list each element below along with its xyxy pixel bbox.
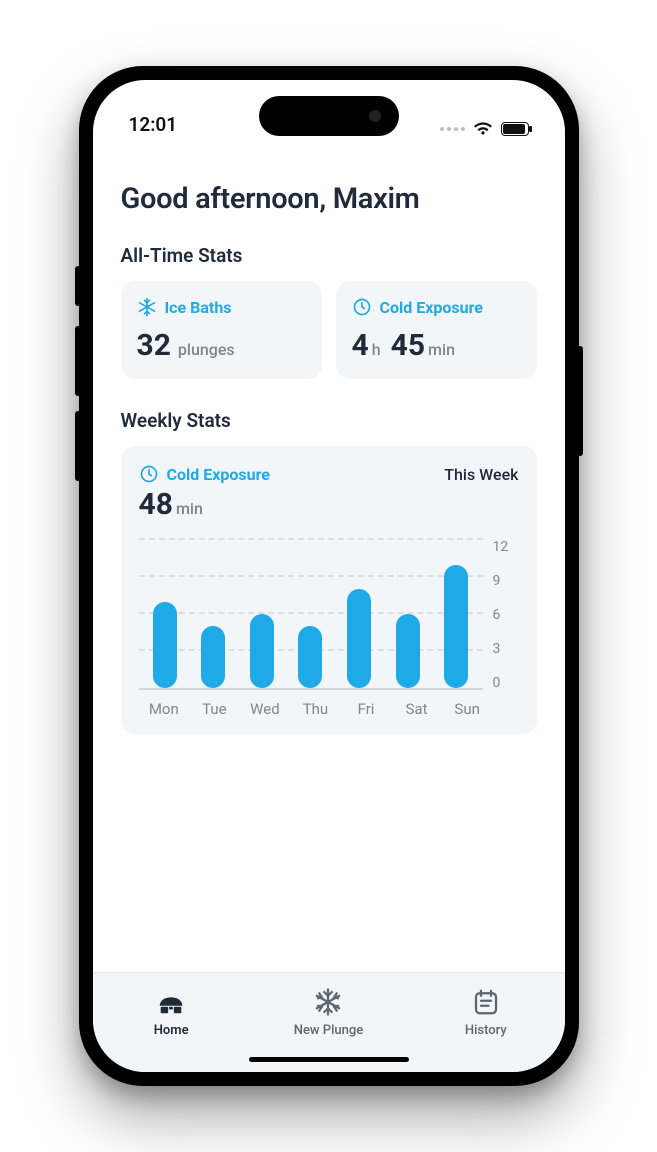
chart-bar	[444, 565, 468, 688]
x-tick: Fri	[346, 700, 386, 718]
ice-baths-unit: plunges	[178, 340, 235, 359]
main-content: Good afternoon, Maxim All-Time Stats Ice…	[93, 142, 565, 972]
x-tick: Thu	[295, 700, 335, 718]
x-tick: Wed	[245, 700, 285, 718]
snowflake-icon	[313, 987, 343, 1017]
chart-bar	[250, 614, 274, 688]
exposure-hours: 4	[352, 331, 369, 361]
chart-y-axis: 12 9 6 3 0	[493, 540, 519, 690]
side-button	[75, 266, 81, 306]
x-tick: Sat	[397, 700, 437, 718]
tab-history[interactable]: History	[426, 987, 546, 1038]
cold-exposure-card[interactable]: Cold Exposure 4h 45min	[336, 281, 537, 379]
volume-down-button	[75, 411, 81, 481]
chart-bar	[298, 626, 322, 688]
tab-home-label: Home	[154, 1023, 189, 1038]
snowflake-icon	[137, 297, 157, 317]
ice-baths-label: Ice Baths	[165, 298, 232, 317]
ice-baths-value: 32	[137, 331, 171, 361]
ice-baths-card[interactable]: Ice Baths 32 plunges	[121, 281, 322, 379]
weekly-card-label: Cold Exposure	[167, 465, 270, 484]
y-tick: 0	[493, 676, 519, 690]
clock-icon	[352, 297, 372, 317]
chart-bar	[201, 626, 225, 688]
alltime-section-title: All-Time Stats	[121, 244, 537, 267]
exposure-hours-unit: h	[372, 340, 381, 359]
screen: 12:01 Good afternoon, Maxim All-Time Sta…	[93, 80, 565, 1072]
battery-icon	[501, 122, 529, 136]
y-tick: 3	[493, 642, 519, 656]
status-indicators	[440, 122, 529, 136]
volume-up-button	[75, 326, 81, 396]
alltime-cards: Ice Baths 32 plunges Cold Exposure 4h	[121, 281, 537, 379]
exposure-mins-unit: min	[428, 340, 455, 359]
tab-home[interactable]: Home	[111, 987, 231, 1038]
greeting-title: Good afternoon, Maxim	[121, 182, 537, 216]
cold-exposure-label: Cold Exposure	[380, 298, 483, 317]
tab-history-label: History	[465, 1023, 507, 1038]
x-tick: Mon	[144, 700, 184, 718]
power-button	[577, 346, 583, 456]
chart-bar	[153, 602, 177, 688]
home-indicator[interactable]	[249, 1057, 409, 1062]
clock-icon	[139, 464, 159, 484]
chart-plot-area	[139, 540, 483, 690]
x-tick: Tue	[194, 700, 234, 718]
x-tick: Sun	[447, 700, 487, 718]
wifi-icon	[473, 122, 493, 136]
history-icon	[471, 987, 501, 1017]
chart-bar	[396, 614, 420, 688]
dynamic-island	[259, 96, 399, 136]
home-icon	[156, 987, 186, 1017]
phone-frame: 12:01 Good afternoon, Maxim All-Time Sta…	[79, 66, 579, 1086]
exposure-mins: 45	[391, 331, 425, 361]
tab-new-label: New Plunge	[294, 1023, 363, 1038]
chart-x-axis: Mon Tue Wed Thu Fri Sat Sun	[139, 700, 519, 718]
weekly-card[interactable]: Cold Exposure This Week 48min 12 9 6 3 0 Mon…	[121, 446, 537, 734]
weekly-period: This Week	[444, 465, 518, 484]
y-tick: 6	[493, 608, 519, 622]
weekly-value: 48	[139, 490, 173, 520]
weekly-unit: min	[176, 499, 203, 518]
status-time: 12:01	[129, 113, 178, 136]
weekly-section-title: Weekly Stats	[121, 409, 537, 432]
y-tick: 9	[493, 574, 519, 588]
cellular-icon	[440, 127, 465, 131]
tab-new-plunge[interactable]: New Plunge	[268, 987, 388, 1038]
weekly-chart: 12 9 6 3 0	[139, 540, 519, 690]
y-tick: 12	[493, 540, 519, 554]
chart-bar	[347, 589, 371, 688]
